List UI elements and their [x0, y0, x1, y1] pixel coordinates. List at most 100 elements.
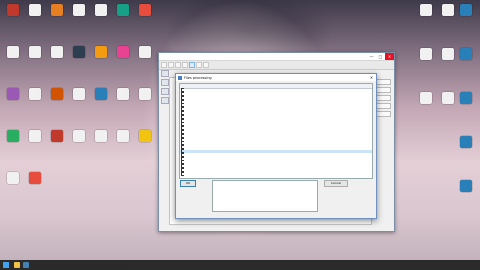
shortcut-icon — [7, 172, 19, 184]
panel-button[interactable] — [375, 95, 391, 101]
desktop-shortcut-icon[interactable] — [2, 88, 24, 101]
start-icon[interactable] — [3, 262, 9, 268]
desktop-shortcut-icon[interactable] — [90, 46, 112, 59]
shortcut-icon — [73, 46, 85, 58]
close-icon[interactable]: ✕ — [385, 53, 394, 60]
shortcut-icon — [29, 4, 41, 16]
desktop-shortcut-icon[interactable] — [90, 88, 112, 101]
app-icon — [178, 75, 182, 80]
desktop-shortcut-icon[interactable] — [46, 88, 68, 101]
panel-button[interactable] — [375, 111, 391, 117]
app-taskbar-icon[interactable] — [23, 262, 29, 268]
side-button[interactable] — [161, 79, 169, 86]
folder-icon[interactable] — [14, 262, 20, 268]
desktop-shortcut-icon[interactable] — [2, 172, 24, 185]
files-processing-dialog[interactable]: Files processing ✕ OK Cancel — [175, 73, 377, 219]
desktop-shortcut-icon[interactable] — [112, 88, 134, 101]
maximize-icon[interactable]: □ — [376, 53, 385, 60]
toolbar-tab-1[interactable] — [161, 62, 167, 68]
desktop-shortcut-icon[interactable] — [24, 130, 46, 143]
shortcut-icon — [460, 92, 472, 104]
shortcut-icon — [460, 4, 472, 16]
shortcut-icon — [29, 88, 41, 100]
desktop-shortcut-icon[interactable] — [68, 46, 90, 59]
shortcut-icon — [460, 48, 472, 60]
desktop-shortcut-icon[interactable] — [24, 88, 46, 101]
desktop-shortcut-icon[interactable] — [415, 48, 437, 60]
desktop-shortcut-icon[interactable] — [68, 130, 90, 143]
shortcut-icon — [117, 88, 129, 100]
desktop-shortcut-icon[interactable] — [90, 130, 112, 143]
desktop-shortcut-icon[interactable] — [24, 46, 46, 59]
shortcut-icon — [51, 4, 63, 16]
desktop-shortcut-icon[interactable] — [134, 4, 156, 17]
desktop-shortcut-icon[interactable] — [112, 130, 134, 143]
shortcut-icon — [29, 46, 41, 58]
cancel-button[interactable]: Cancel — [324, 180, 348, 187]
shortcut-icon — [420, 92, 432, 104]
shortcut-icon — [442, 4, 454, 16]
shortcut-icon — [7, 88, 19, 100]
toolbar-tab-7[interactable] — [203, 62, 209, 68]
checkbox-icon[interactable] — [180, 171, 184, 177]
shortcut-icon — [73, 130, 85, 142]
shortcut-icon — [420, 4, 432, 16]
desktop-shortcut-icon[interactable] — [455, 136, 477, 148]
shortcut-icon — [117, 46, 129, 58]
shortcut-icon — [442, 92, 454, 104]
desktop-shortcut-icon[interactable] — [2, 130, 24, 143]
toolbar-tab-5[interactable] — [189, 62, 195, 68]
desktop-shortcut-icon[interactable] — [90, 4, 112, 17]
desktop-shortcut-icon[interactable] — [68, 88, 90, 101]
side-button[interactable] — [161, 70, 169, 77]
desktop-shortcut-icon[interactable] — [455, 4, 477, 16]
shortcut-icon — [117, 4, 129, 16]
desktop-shortcut-icon[interactable] — [415, 92, 437, 104]
shortcut-icon — [7, 130, 19, 142]
log-textbox[interactable] — [212, 180, 318, 212]
dialog-title-bar[interactable]: Files processing ✕ — [176, 74, 376, 81]
shortcut-icon — [51, 88, 63, 100]
table-row[interactable] — [180, 171, 372, 177]
app-title-bar[interactable]: — □ ✕ — [159, 53, 394, 61]
desktop-shortcut-icon[interactable] — [68, 4, 90, 17]
desktop-shortcut-icon[interactable] — [415, 4, 437, 16]
toolbar-tab-3[interactable] — [175, 62, 181, 68]
toolbar-tab-2[interactable] — [168, 62, 174, 68]
toolbar-tab-4[interactable] — [182, 62, 188, 68]
ok-button[interactable]: OK — [180, 180, 196, 187]
side-button[interactable] — [161, 88, 169, 95]
shortcut-icon — [7, 4, 19, 16]
toolbar-tab-6[interactable] — [196, 62, 202, 68]
desktop-shortcut-icon[interactable] — [134, 46, 156, 59]
desktop-shortcut-icon[interactable] — [134, 88, 156, 101]
minimize-icon[interactable]: — — [367, 53, 376, 60]
desktop-shortcut-icon[interactable] — [46, 4, 68, 17]
shortcut-icon — [460, 180, 472, 192]
desktop-shortcut-icon[interactable] — [46, 46, 68, 59]
desktop-shortcut-icon[interactable] — [2, 4, 24, 17]
shortcut-icon — [442, 48, 454, 60]
panel-button[interactable] — [375, 87, 391, 93]
desktop-shortcut-icon[interactable] — [46, 130, 68, 143]
desktop-shortcut-icon[interactable] — [455, 180, 477, 192]
shortcut-icon — [29, 172, 41, 184]
panel-button[interactable] — [375, 79, 391, 85]
shortcut-icon — [73, 88, 85, 100]
files-table[interactable] — [179, 83, 373, 179]
desktop-shortcut-icon[interactable] — [112, 4, 134, 17]
desktop-shortcut-icon[interactable] — [24, 4, 46, 17]
side-button[interactable] — [161, 97, 169, 104]
shortcut-icon — [95, 130, 107, 142]
shortcut-icon — [460, 136, 472, 148]
shortcut-icon — [95, 4, 107, 16]
desktop-shortcut-icon[interactable] — [455, 48, 477, 60]
desktop-shortcut-icon[interactable] — [455, 92, 477, 104]
close-icon[interactable]: ✕ — [367, 74, 376, 81]
panel-button[interactable] — [375, 103, 391, 109]
shortcut-icon — [139, 88, 151, 100]
desktop-shortcut-icon[interactable] — [24, 172, 46, 185]
desktop-shortcut-icon[interactable] — [134, 130, 156, 143]
desktop-shortcut-icon[interactable] — [112, 46, 134, 59]
desktop-shortcut-icon[interactable] — [2, 46, 24, 59]
